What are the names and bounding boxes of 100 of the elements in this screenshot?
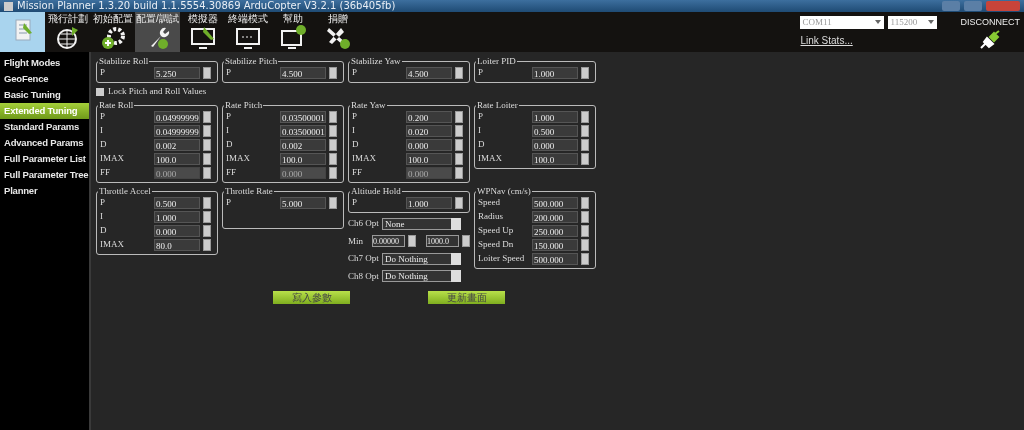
number-field[interactable]: 1.000 [532, 111, 578, 123]
number-field[interactable]: 250.000 [532, 225, 578, 237]
field-label: P [478, 110, 484, 124]
sidebar-item[interactable]: Advanced Params [0, 135, 89, 151]
app-icon [4, 1, 13, 11]
toolbar-button[interactable]: 模擬器 [180, 12, 225, 52]
field-label: Loiter Speed [478, 252, 526, 266]
sidebar-item[interactable]: GeoFence [0, 71, 89, 87]
number-field[interactable]: 0.002 [280, 139, 326, 151]
group-title: Rate Loiter [476, 101, 519, 110]
field-label: I [478, 124, 482, 138]
number-field[interactable]: 200.000 [532, 211, 578, 223]
toolbar-button[interactable]: 配置/調試 [135, 12, 180, 52]
number-field[interactable]: 80.0 [154, 239, 200, 251]
disconnect-label[interactable]: DISCONNECT [960, 16, 1020, 30]
toolbar-button[interactable]: 初始配置 [90, 12, 135, 52]
number-field[interactable]: 4.500 [280, 67, 326, 79]
action-button[interactable]: 更新畫面 [428, 291, 505, 304]
number-field[interactable]: 150.000 [532, 239, 578, 251]
sidebar-item[interactable]: Flight Modes [0, 55, 89, 71]
option-label: Ch6 Opt [348, 217, 380, 230]
number-field[interactable]: 5.000 [280, 197, 326, 209]
number-field[interactable]: 0.500 [532, 125, 578, 137]
group-title: Stabilize Yaw [350, 57, 402, 66]
sidebar-item[interactable]: Basic Tuning [0, 87, 89, 103]
number-field[interactable]: 500.000 [532, 197, 578, 209]
option-label: Ch8 Opt [348, 269, 380, 283]
sidebar-item[interactable]: Full Parameter Tree [0, 167, 89, 183]
group-title: Throttle Accel [98, 187, 152, 196]
field-label: P [226, 196, 232, 210]
number-field[interactable]: 4.500 [406, 67, 452, 79]
number-field[interactable]: 0.000 [406, 139, 452, 151]
globe-icon [54, 24, 81, 50]
field-label: I [100, 124, 104, 138]
number-field[interactable]: 0.04999999 [154, 111, 200, 123]
number-field[interactable]: 0.00000 [372, 235, 405, 248]
checkbox-label: Lock Pitch and Roll Values [108, 85, 207, 99]
group-title: Loiter PID [476, 57, 517, 66]
link-stats-link[interactable]: Link Stats... [800, 33, 853, 48]
sidebar-item[interactable]: Planner [0, 183, 89, 199]
option-label: Ch7 Opt [348, 252, 380, 265]
field-label: D [478, 138, 486, 152]
field-label: IMAX [226, 152, 251, 166]
group-title: Altitude Hold [350, 187, 402, 196]
field-label: P [100, 196, 106, 210]
number-field[interactable]: 100.0 [280, 153, 326, 165]
number-field[interactable]: 500.000 [532, 253, 578, 265]
minimize-button[interactable] [942, 1, 960, 11]
monitor-icon [279, 24, 306, 50]
number-field[interactable]: 0.04999999 [154, 125, 200, 137]
field-label: P [352, 66, 358, 80]
number-field[interactable]: 1.000 [154, 211, 200, 223]
plug-icon[interactable] [979, 29, 1002, 50]
number-field[interactable]: 1.000 [406, 197, 452, 209]
field-label: P [478, 66, 484, 80]
field-label: I [352, 124, 356, 138]
checkbox[interactable] [96, 88, 104, 96]
number-field[interactable]: 100.0 [532, 153, 578, 165]
field-label: D [226, 138, 234, 152]
number-field[interactable]: 100.0 [406, 153, 452, 165]
spinner-control[interactable] [408, 235, 416, 248]
number-field[interactable]: 0.03500001 [280, 111, 326, 123]
number-field[interactable]: 0.002 [154, 139, 200, 151]
sidebar-item[interactable]: Full Parameter List [0, 151, 89, 167]
group-title: Rate Pitch [224, 101, 264, 110]
option-label: Min [348, 234, 364, 248]
field-label: P [100, 110, 106, 124]
toolbar-button[interactable]: 捐贈 [315, 12, 360, 52]
number-field[interactable]: 1.000 [532, 67, 578, 79]
group-title: Rate Roll [98, 101, 135, 110]
field-label: IMAX [478, 152, 503, 166]
number-field[interactable]: 0.200 [406, 111, 452, 123]
action-button[interactable]: 寫入參數 [273, 291, 350, 304]
number-field[interactable]: 1000.0 [426, 235, 459, 248]
number-field[interactable]: 100.0 [154, 153, 200, 165]
number-field[interactable]: 0.500 [154, 197, 200, 209]
number-field[interactable]: 5.250 [154, 67, 200, 79]
sidebar-item[interactable]: Standard Params [0, 119, 89, 135]
number-field[interactable]: 0.020 [406, 125, 452, 137]
caret-icon [875, 20, 882, 24]
field-label: P [352, 110, 358, 124]
field-label: I [100, 210, 104, 224]
number-field[interactable]: 0.000 [154, 225, 200, 237]
spinner-control[interactable] [462, 235, 470, 248]
maximize-button[interactable] [964, 1, 982, 11]
number-field[interactable]: 0.03500001 [280, 125, 326, 137]
field-label: Speed [478, 196, 501, 210]
group-title: Stabilize Roll [98, 57, 150, 66]
number-field[interactable]: 0.000 [532, 139, 578, 151]
field-label: Speed Up [478, 224, 515, 238]
toolbar-button[interactable] [0, 12, 45, 52]
field-label: Speed Dn [478, 238, 515, 252]
field-label: P [352, 196, 358, 210]
field-label: D [100, 138, 108, 152]
close-button[interactable] [986, 1, 1020, 11]
toolbar-button[interactable]: 幫助 [270, 12, 315, 52]
toolbar-button[interactable]: 終端模式 [225, 12, 270, 52]
field-label: D [352, 138, 360, 152]
field-label: IMAX [100, 238, 125, 252]
toolbar-button[interactable]: 飛行計劃 [45, 12, 90, 52]
